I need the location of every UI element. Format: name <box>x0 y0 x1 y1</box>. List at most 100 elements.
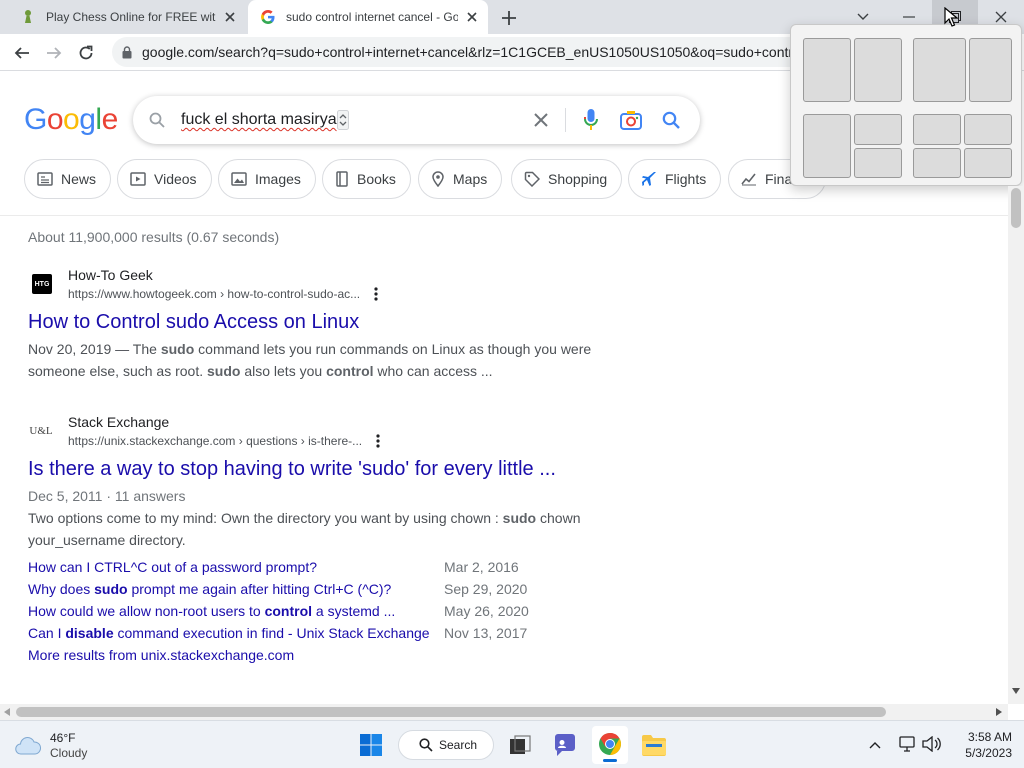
result-stats: About 11,900,000 results (0.67 seconds) <box>28 229 280 245</box>
chip-videos[interactable]: Videos <box>117 159 212 199</box>
tab-google-search[interactable]: sudo control internet cancel - Go <box>248 0 488 34</box>
sublink[interactable]: How could we allow non-root users to con… <box>28 603 395 619</box>
image-icon <box>231 172 247 186</box>
camera-lens-icon[interactable] <box>620 110 642 130</box>
snap-zone[interactable] <box>803 38 851 102</box>
tab-title: Play Chess Online for FREE with F <box>46 10 216 24</box>
snap-zone[interactable] <box>913 38 966 102</box>
back-button[interactable] <box>9 40 35 66</box>
network-icon[interactable] <box>899 736 917 752</box>
vertical-scrollbar[interactable] <box>1008 186 1024 704</box>
snap-zone[interactable] <box>913 148 961 178</box>
chip-label: News <box>61 171 97 187</box>
result-site-name[interactable]: Stack Exchange <box>68 414 169 430</box>
chip-flights[interactable]: Flights <box>628 159 722 199</box>
close-tab-icon[interactable] <box>464 9 480 25</box>
result-url[interactable]: https://unix.stackexchange.com › questio… <box>68 434 362 448</box>
mouse-cursor-icon <box>944 7 958 27</box>
result-site-name[interactable]: How-To Geek <box>68 267 153 283</box>
sublink[interactable]: Why does sudo prompt me again after hitt… <box>28 581 391 597</box>
search-icon <box>149 112 165 128</box>
snap-zone[interactable] <box>854 148 902 178</box>
new-tab-button[interactable] <box>498 7 520 29</box>
file-explorer-icon[interactable] <box>641 734 667 756</box>
reload-button[interactable] <box>73 40 99 66</box>
book-icon <box>336 171 348 187</box>
forward-button[interactable] <box>41 40 67 66</box>
close-tab-icon[interactable] <box>222 9 238 25</box>
more-options-icon[interactable] <box>375 433 381 449</box>
chess-pawn-icon <box>25 10 31 23</box>
sublink-date: Sep 29, 2020 <box>444 581 528 597</box>
result-snippet: Nov 20, 2019 — The sudo command lets you… <box>28 341 592 379</box>
chip-news[interactable]: News <box>24 159 112 199</box>
chip-label: Fina <box>765 171 793 187</box>
result-title-link[interactable]: Is there a way to stop having to write '… <box>28 458 556 481</box>
snap-zone[interactable] <box>913 114 961 145</box>
chip-label: Images <box>255 171 301 187</box>
task-view-icon[interactable] <box>509 735 531 755</box>
more-options-icon[interactable] <box>373 286 379 302</box>
sublink[interactable]: Can I disable command execution in find … <box>28 625 430 641</box>
weather-desc: Cloudy <box>50 746 88 760</box>
address-bar[interactable]: google.com/search?q=sudo+control+interne… <box>112 37 812 67</box>
spinner-arrows-icon <box>337 110 349 130</box>
horizontal-scrollbar[interactable] <box>0 704 1008 720</box>
map-pin-icon <box>432 171 444 187</box>
chrome-taskbar-button[interactable] <box>592 726 628 764</box>
chip-label: Videos <box>154 171 197 187</box>
scroll-thumb[interactable] <box>16 707 886 717</box>
windows-start-icon[interactable] <box>360 734 382 756</box>
search-icon <box>419 738 433 752</box>
teams-chat-icon[interactable] <box>552 733 578 757</box>
volume-icon[interactable] <box>922 736 942 752</box>
clock-time: 3:58 AM <box>967 730 1012 744</box>
snap-zone[interactable] <box>803 114 851 178</box>
sublink[interactable]: How can I CTRL^C out of a password promp… <box>28 559 317 575</box>
snap-zone[interactable] <box>964 114 1012 145</box>
chip-label: Flights <box>665 171 707 187</box>
scroll-right-arrow-icon[interactable] <box>996 708 1002 716</box>
lock-icon <box>122 45 132 58</box>
chip-label: Maps <box>453 171 488 187</box>
cloud-icon <box>15 737 41 755</box>
news-icon <box>37 172 53 186</box>
weather-widget[interactable]: 46°F Cloudy <box>14 731 87 761</box>
chip-books[interactable]: Books <box>322 159 411 199</box>
header-divider <box>0 215 1008 216</box>
scroll-left-arrow-icon[interactable] <box>4 708 10 716</box>
google-g-icon <box>261 10 275 24</box>
scroll-thumb[interactable] <box>1011 188 1021 228</box>
sublink-date: May 26, 2020 <box>444 603 529 619</box>
airplane-icon <box>642 172 656 186</box>
result-title-link[interactable]: How to Control sudo Access on Linux <box>28 311 359 334</box>
chevron-up-icon[interactable] <box>869 741 881 749</box>
chip-shopping[interactable]: Shopping <box>511 159 623 199</box>
taskbar-search-button[interactable]: Search <box>398 730 494 760</box>
clock-date: 5/3/2023 <box>965 746 1012 760</box>
search-submit-icon[interactable] <box>662 111 680 129</box>
search-box[interactable]: fuck el shorta masirya <box>133 96 700 144</box>
result-url[interactable]: https://www.howtogeek.com › how-to-contr… <box>68 287 360 301</box>
sublink-date: Mar 2, 2016 <box>444 559 519 575</box>
active-app-indicator <box>603 759 617 762</box>
clear-search-icon[interactable] <box>533 112 549 128</box>
system-clock[interactable]: 3:58 AM 5/3/2023 <box>950 729 1012 761</box>
google-logo[interactable]: Google <box>24 103 118 137</box>
snap-zone[interactable] <box>969 38 1012 102</box>
video-play-icon <box>130 172 146 186</box>
finance-chart-icon <box>741 173 756 186</box>
snap-zone[interactable] <box>964 148 1012 178</box>
microphone-icon[interactable] <box>584 109 598 131</box>
tab-chess[interactable]: Play Chess Online for FREE with F <box>10 0 246 34</box>
taskbar: 46°F Cloudy Search 3:58 AM 5/3/2023 <box>0 720 1024 768</box>
more-results-link[interactable]: More results from unix.stackexchange.com <box>28 647 294 663</box>
snap-zone[interactable] <box>854 38 902 102</box>
snap-zone[interactable] <box>854 114 902 145</box>
weather-temp: 46°F <box>50 731 76 745</box>
search-input[interactable]: fuck el shorta masirya <box>181 111 337 129</box>
result-meta: Dec 5, 2011 · 11 answers <box>28 488 186 504</box>
chip-images[interactable]: Images <box>218 159 316 199</box>
scroll-down-arrow-icon[interactable] <box>1012 688 1020 694</box>
chip-maps[interactable]: Maps <box>418 159 503 199</box>
